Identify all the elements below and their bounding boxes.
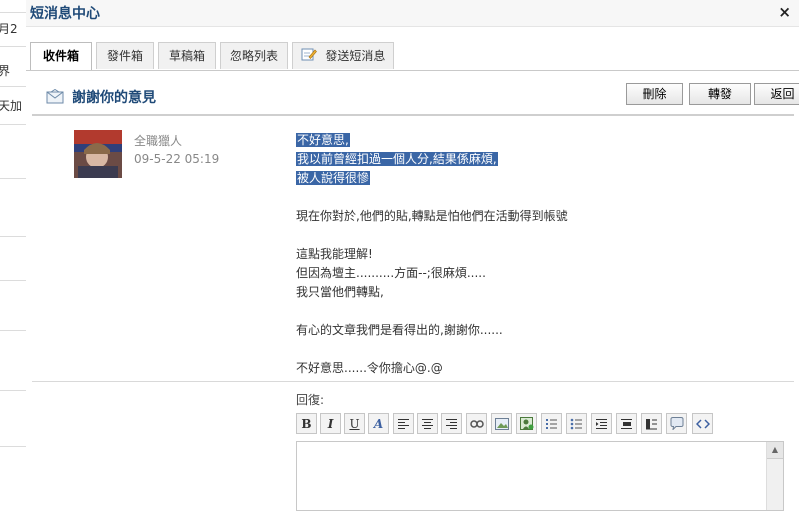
message-center-dialog: 短消息中心 × 收件箱 發件箱 草稿箱 忽略列表 發送短消息 謝謝你的意見 刪除…	[26, 0, 799, 511]
message-line: 這點我能理解!	[296, 247, 373, 261]
forward-button[interactable]: 轉發	[689, 83, 751, 105]
link-icon[interactable]	[466, 413, 487, 434]
indent-icon[interactable]	[591, 413, 612, 434]
unordered-list-icon[interactable]	[566, 413, 587, 434]
font-color-button[interactable]: A	[368, 413, 389, 434]
tab-label: 收件箱	[42, 49, 79, 63]
align-left-icon[interactable]	[393, 413, 414, 434]
tab-label: 草稿箱	[168, 49, 205, 63]
message-line	[296, 226, 766, 245]
image-icon[interactable]	[491, 413, 512, 434]
tab-inbox[interactable]: 收件箱	[30, 42, 92, 70]
quote-bubble-icon[interactable]	[666, 413, 687, 434]
tab-ignore-list[interactable]: 忽略列表	[220, 42, 288, 69]
divider	[32, 381, 794, 382]
tab-label: 發送短消息	[325, 49, 386, 63]
bg-row	[0, 280, 26, 331]
delete-button[interactable]: 刪除	[626, 83, 683, 105]
reply-textarea[interactable]: ▲	[296, 441, 784, 511]
tab-outbox[interactable]: 發件箱	[96, 42, 154, 69]
message-line: 不好意思......令你擔心@.@	[296, 361, 443, 375]
scroll-up-icon[interactable]: ▲	[767, 442, 783, 459]
message-line: 被人說得很慘	[296, 171, 371, 185]
italic-button[interactable]: I	[320, 413, 341, 434]
message-subject-bar: 謝謝你的意見 刪除 轉發 返回	[32, 78, 799, 116]
message-time: 09-5-22 05:19	[134, 152, 220, 166]
message-line	[296, 302, 766, 321]
underline-button[interactable]: U	[344, 413, 365, 434]
bg-text-fragment: 界	[0, 64, 11, 78]
bg-row	[0, 236, 26, 281]
message-line: 我以前曾經扣過一個人分,結果係麻煩,	[296, 152, 498, 166]
quote-block-icon[interactable]	[616, 413, 637, 434]
tab-drafts[interactable]: 草稿箱	[158, 42, 216, 69]
tab-label: 忽略列表	[229, 49, 278, 63]
envelope-icon	[46, 88, 64, 107]
dialog-title: 短消息中心	[30, 6, 100, 22]
tab-send-message[interactable]: 發送短消息	[292, 42, 394, 69]
compose-icon	[301, 44, 317, 70]
ordered-list-icon[interactable]	[541, 413, 562, 434]
align-center-icon[interactable]	[417, 413, 438, 434]
back-button[interactable]: 返回	[754, 83, 799, 105]
background-page: 月2 界 天加	[0, 0, 27, 500]
message-line: 我只當他們轉點,	[296, 285, 384, 299]
media-icon[interactable]	[516, 413, 537, 434]
message-line: 有心的文章我們是看得出的,謝謝你......	[296, 323, 503, 337]
message-line	[296, 188, 766, 207]
bold-button[interactable]: B	[296, 413, 317, 434]
bg-row	[0, 178, 26, 237]
message-subject: 謝謝你的意見	[72, 90, 156, 106]
bg-text-fragment: 月2	[0, 22, 18, 36]
code-block-icon[interactable]	[641, 413, 662, 434]
align-right-icon[interactable]	[441, 413, 462, 434]
bg-row	[0, 124, 26, 179]
message-body: 不好意思, 我以前曾經扣過一個人分,結果係麻煩, 被人說得很慘 現在你對於,他們…	[296, 131, 766, 378]
tab-label: 發件箱	[106, 49, 143, 63]
bg-text-fragment: 天加	[0, 99, 23, 113]
message-line	[296, 340, 766, 359]
message-line: 現在你對於,他們的貼,轉點是怕他們在活動得到帳號	[296, 209, 568, 223]
tab-bar: 收件箱 發件箱 草稿箱 忽略列表 發送短消息	[26, 38, 799, 71]
message-line: 不好意思,	[296, 133, 350, 147]
reply-label: 回復:	[296, 393, 325, 407]
message-line: 但因為壇主..........方面--;很麻煩.....	[296, 266, 486, 280]
avatar[interactable]	[74, 130, 122, 178]
source-code-icon[interactable]	[692, 413, 713, 434]
bg-row	[0, 390, 26, 447]
bg-row	[0, 330, 26, 391]
close-icon[interactable]: ×	[778, 3, 791, 21]
dialog-titlebar[interactable]: 短消息中心 ×	[26, 0, 799, 27]
sender-name[interactable]: 全職獵人	[134, 132, 182, 149]
